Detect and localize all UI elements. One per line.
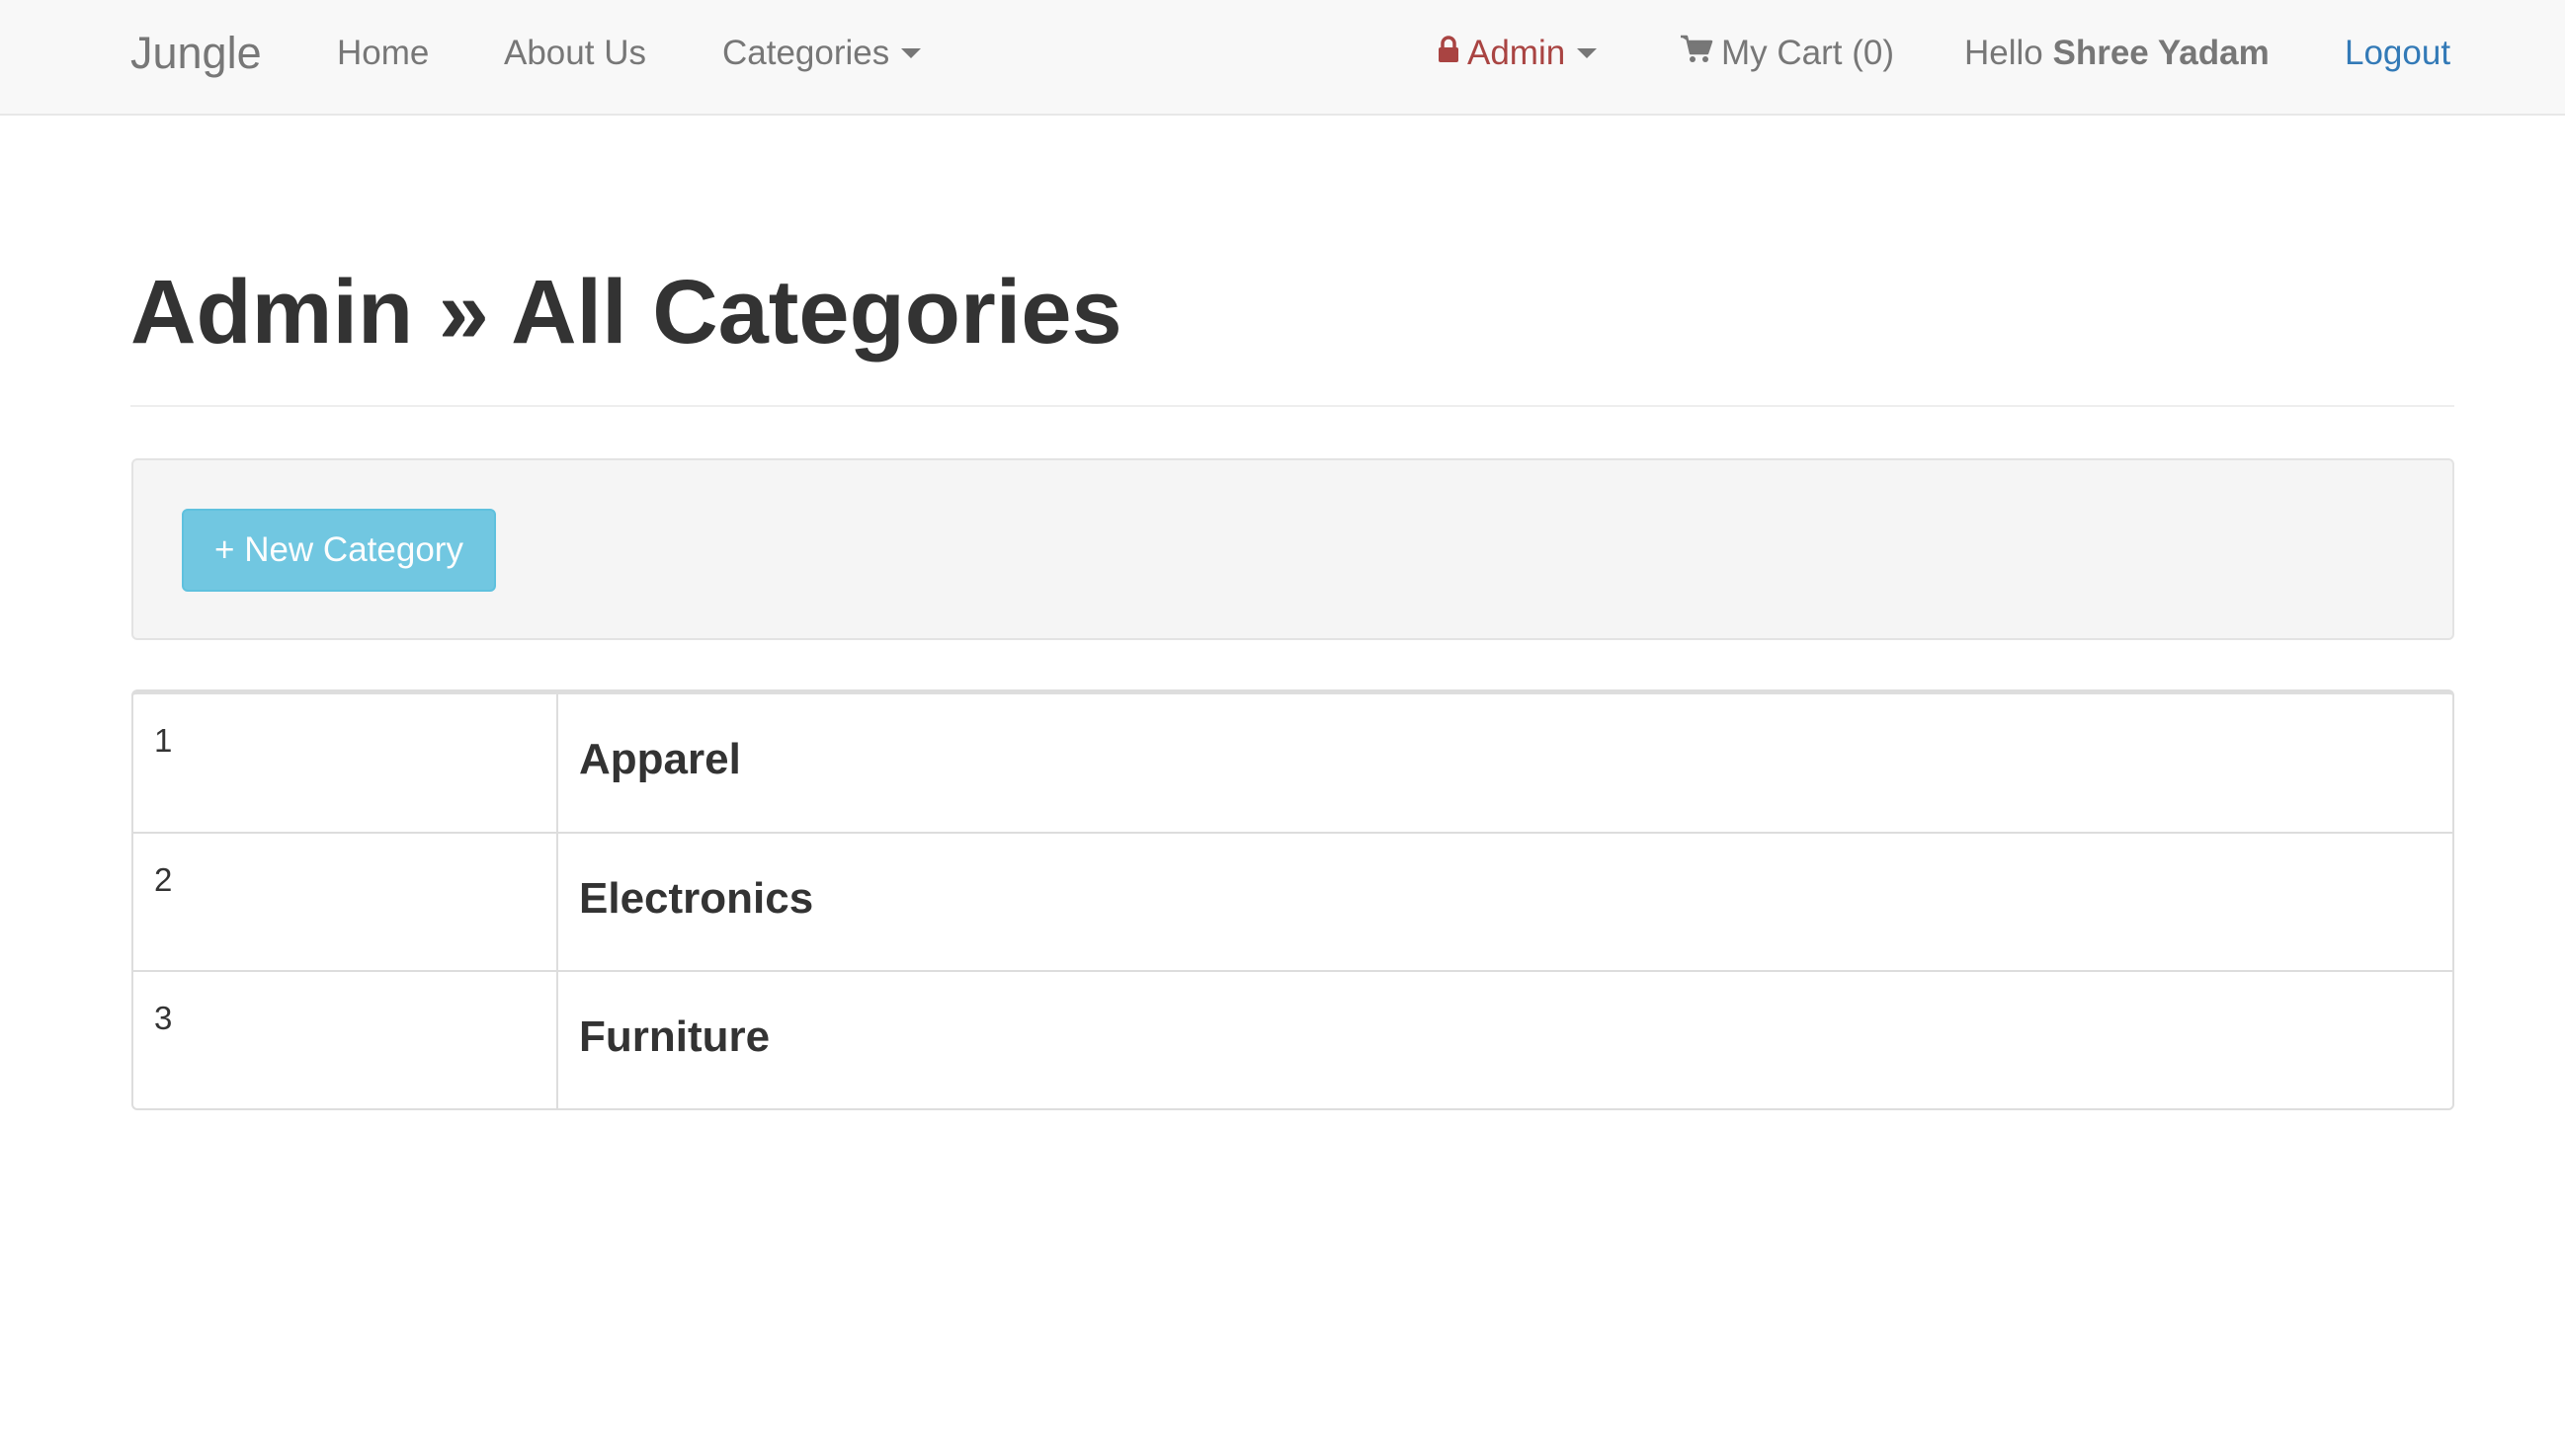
caret-down-icon [1577, 47, 1598, 58]
categories-table: 1 Apparel 2 Electronics 3 Furniture [131, 689, 2454, 1110]
category-name-cell: Electronics [557, 832, 2452, 971]
caret-down-icon [901, 47, 922, 58]
nav-admin-label: Admin [1467, 34, 1566, 72]
nav-cart-link[interactable]: My Cart (0) [1680, 0, 1894, 106]
page-title: Admin » All Categories [130, 262, 1122, 363]
top-navbar: Jungle Home About Us Categories Admin My… [0, 0, 2565, 116]
table-row: 2 Electronics [133, 832, 2452, 971]
category-name-cell: Furniture [557, 970, 2452, 1108]
category-id-cell: 1 [133, 694, 558, 833]
toolbar-well: + New Category [131, 458, 2454, 640]
logout-link[interactable]: Logout [2345, 0, 2450, 106]
category-id-cell: 3 [133, 970, 558, 1108]
shopping-cart-icon [1680, 0, 1713, 105]
header-divider [130, 405, 2454, 407]
lock-icon [1438, 0, 1459, 105]
user-greeting: Hello Shree Yadam [1964, 0, 2270, 106]
user-name: Shree Yadam [2052, 34, 2270, 72]
new-category-button[interactable]: + New Category [182, 509, 496, 592]
nav-categories-label: Categories [722, 34, 890, 72]
table-row: 1 Apparel [133, 694, 2452, 833]
nav-about-link[interactable]: About Us [504, 0, 646, 106]
nav-home-link[interactable]: Home [337, 0, 429, 106]
nav-cart-label: My Cart (0) [1721, 34, 1894, 72]
nav-categories-dropdown[interactable]: Categories [722, 0, 922, 106]
category-id-cell: 2 [133, 832, 558, 971]
table-row: 3 Furniture [133, 970, 2452, 1108]
greeting-prefix: Hello [1964, 34, 2043, 72]
brand-link[interactable]: Jungle [130, 0, 262, 106]
nav-admin-dropdown[interactable]: Admin [1438, 0, 1598, 106]
category-name-cell: Apparel [579, 735, 741, 783]
